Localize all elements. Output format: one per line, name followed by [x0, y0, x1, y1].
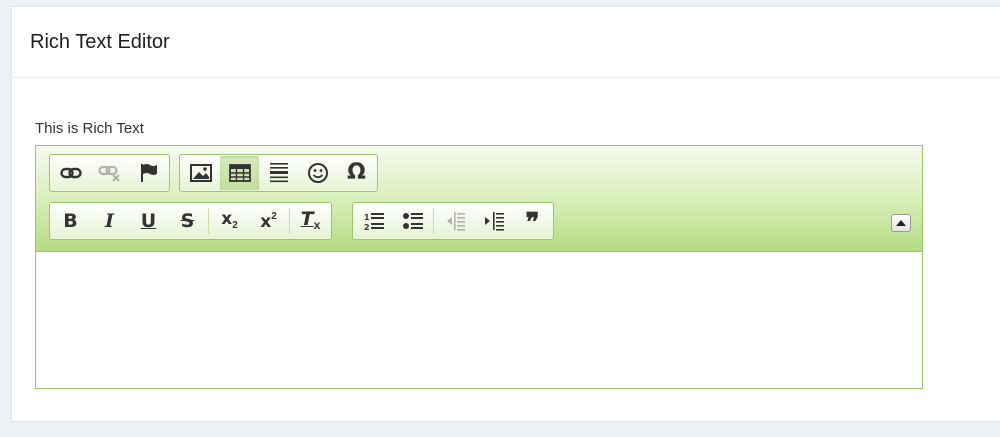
special-char-omega-icon: Ω — [347, 160, 366, 185]
remove-format-button[interactable]: Tx — [291, 204, 330, 238]
blockquote-icon: ❞ — [525, 208, 540, 238]
underline-icon: U — [140, 209, 157, 232]
triangle-up-icon — [896, 220, 906, 226]
unlink-button[interactable] — [90, 156, 129, 190]
field-label: This is Rich Text — [35, 120, 144, 137]
editor-content-area[interactable] — [36, 252, 922, 388]
link-button[interactable] — [51, 156, 90, 190]
numbered-list-icon: 1 2 — [364, 213, 384, 231]
anchor-button[interactable] — [129, 156, 168, 190]
decrease-indent-icon — [446, 212, 465, 231]
unlink-icon — [97, 165, 120, 182]
horizontal-rule-button[interactable] — [259, 156, 298, 190]
bulleted-list-button[interactable] — [393, 204, 432, 238]
image-button[interactable] — [181, 156, 220, 190]
table-button[interactable] — [220, 156, 259, 190]
italic-button[interactable]: I — [90, 204, 129, 238]
remove-format-icon: Tx — [300, 208, 321, 233]
underline-button[interactable]: U — [129, 204, 168, 238]
toolbar-separator — [208, 208, 209, 234]
horizontal-rule-icon — [269, 163, 288, 183]
toolbar-group-paragraph: 1 2 ❞ — [352, 202, 554, 240]
bulleted-list-icon — [402, 213, 423, 229]
superscript-button[interactable]: x2 — [249, 204, 288, 238]
rich-text-editor: Ω B I U S x2 x2 Tx 1 2 ❞ — [35, 145, 923, 389]
italic-icon: I — [105, 209, 114, 232]
bold-icon: B — [63, 209, 78, 232]
table-icon — [228, 164, 251, 182]
numbered-list-button[interactable]: 1 2 — [354, 204, 393, 238]
strikethrough-icon: S — [180, 209, 195, 232]
toolbar-group-basicstyles: B I U S x2 x2 Tx — [49, 202, 332, 240]
increase-indent-icon — [484, 212, 504, 231]
toolbar-separator — [433, 208, 434, 234]
blockquote-button[interactable]: ❞ — [513, 204, 552, 238]
superscript-icon: x2 — [260, 210, 277, 232]
smiley-button[interactable] — [298, 156, 337, 190]
svg-text:2: 2 — [364, 223, 370, 231]
panel-header: Rich Text Editor — [12, 7, 1000, 78]
image-icon — [189, 164, 212, 182]
svg-text:1: 1 — [364, 213, 370, 222]
toolbar-group-insert: Ω — [179, 154, 378, 192]
strikethrough-button[interactable]: S — [168, 204, 207, 238]
subscript-icon: x2 — [221, 209, 238, 232]
toolbar-separator — [289, 208, 290, 234]
panel-card: Rich Text Editor This is Rich Text Ω B I… — [11, 6, 1000, 422]
increase-indent-button[interactable] — [474, 204, 513, 238]
subscript-button[interactable]: x2 — [210, 204, 249, 238]
decrease-indent-button[interactable] — [435, 204, 474, 238]
bold-button[interactable]: B — [51, 204, 90, 238]
collapse-toolbar-button[interactable] — [891, 214, 911, 232]
editor-toolbar: Ω B I U S x2 x2 Tx 1 2 ❞ — [36, 146, 922, 252]
special-char-button[interactable]: Ω — [337, 156, 376, 190]
toolbar-group-links — [49, 154, 170, 192]
smiley-icon — [307, 163, 328, 183]
link-icon — [59, 167, 82, 179]
page-title: Rich Text Editor — [30, 30, 170, 53]
anchor-flag-icon — [140, 164, 157, 182]
